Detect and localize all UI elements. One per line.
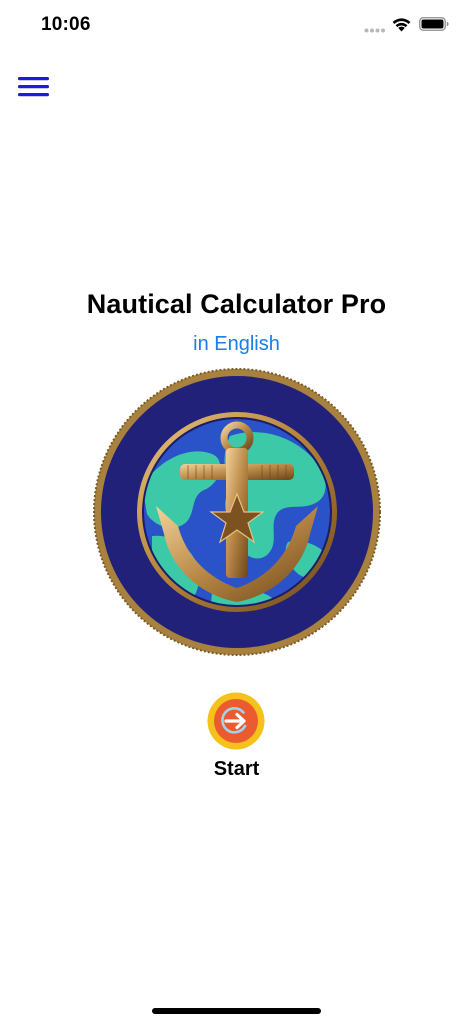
arrow-right-circle-icon	[207, 692, 265, 750]
status-bar: 10:06	[0, 0, 473, 52]
hamburger-menu-icon	[18, 77, 49, 97]
menu-button[interactable]	[16, 74, 52, 100]
status-time: 10:06	[41, 14, 91, 35]
cellular-signal-icon	[364, 28, 385, 33]
start-button[interactable]	[207, 692, 265, 750]
language-link[interactable]: in English	[0, 333, 473, 356]
home-indicator[interactable]	[152, 1008, 321, 1014]
wifi-icon	[392, 18, 411, 32]
anchor-globe-emblem	[93, 368, 381, 656]
app-title: Nautical Calculator Pro	[86, 289, 387, 319]
start-label: Start	[213, 758, 260, 780]
battery-icon	[419, 17, 449, 31]
